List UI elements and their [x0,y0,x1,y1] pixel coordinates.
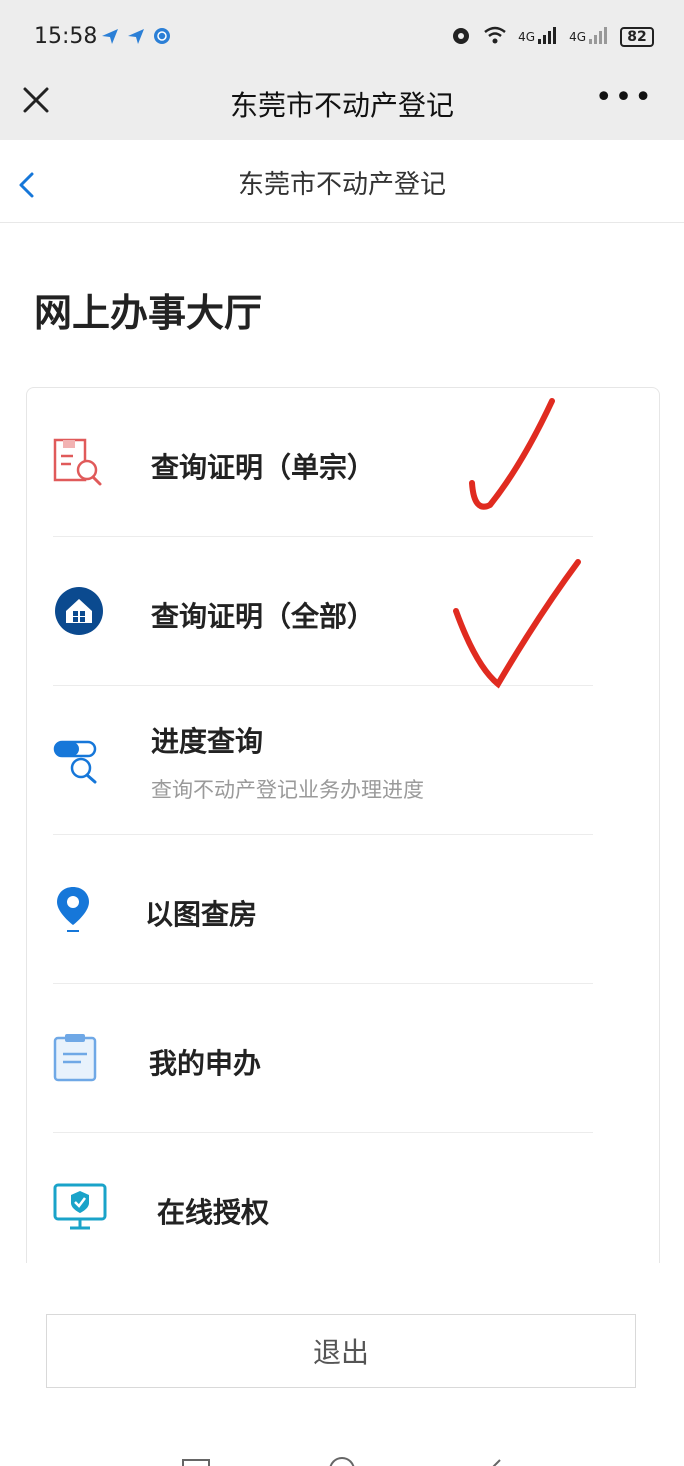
system-navigation-bar [182,1457,501,1466]
system-icons: 4G 4G 82 [450,24,654,50]
menu-item-map-house[interactable]: 以图查房 [53,835,593,983]
signal-icon [537,25,559,49]
clipboard-icon [53,1032,105,1084]
progress-search-icon [53,734,105,786]
checkmark-annotation [453,559,581,689]
menu-item-progress-query[interactable]: 进度查询 查询不动产登记业务办理进度 [53,686,593,834]
page-title: 网上办事大厅 [34,291,263,335]
menu-item-label: 在线授权 [157,1196,270,1229]
menu-item-subtitle: 查询不动产登记业务办理进度 [151,778,424,802]
alarm-icon [450,24,472,50]
map-pin-icon [53,883,105,935]
network-label-1: 4G [518,30,536,44]
battery-icon: 82 [620,27,654,47]
status-time: 15:58 [34,24,98,49]
menu-item-label: 我的申办 [149,1047,262,1080]
app-title: 东莞市不动产登记 [229,89,454,122]
menu-item-label: 查询证明（单宗） [151,451,376,484]
more-button[interactable]: ••• [595,83,654,113]
wifi-icon [482,25,508,49]
status-bar: 15:58 4G 4G 82 [0,0,684,72]
more-icon: ••• [594,80,654,115]
send-icon [126,26,146,46]
document-search-icon [53,436,105,488]
page-header: 东莞市不动产登记 [0,140,684,223]
logout-button[interactable]: 退出 [46,1314,636,1388]
service-menu-card: 查询证明（单宗） 查询证明（全部） 进度查询 查询不动产登记业务办理进度 以图查… [26,387,660,1263]
notification-icons [100,26,172,46]
page-header-title: 东莞市不动产登记 [237,170,446,200]
send-icon [100,26,120,46]
network-label-2: 4G [569,30,586,44]
house-icon [53,585,105,637]
globe-icon [152,26,172,46]
monitor-shield-icon [53,1181,109,1233]
signal-icon [588,25,610,49]
menu-item-my-applications[interactable]: 我的申办 [53,984,593,1132]
menu-item-label: 查询证明（全部） [151,600,376,633]
menu-item-label: 进度查询 [151,725,264,758]
menu-item-online-authorization[interactable]: 在线授权 [53,1133,593,1263]
app-title-bar: 东莞市不动产登记 ••• [0,72,684,140]
menu-item-label: 以图查房 [145,898,258,931]
checkmark-annotation [469,398,555,510]
